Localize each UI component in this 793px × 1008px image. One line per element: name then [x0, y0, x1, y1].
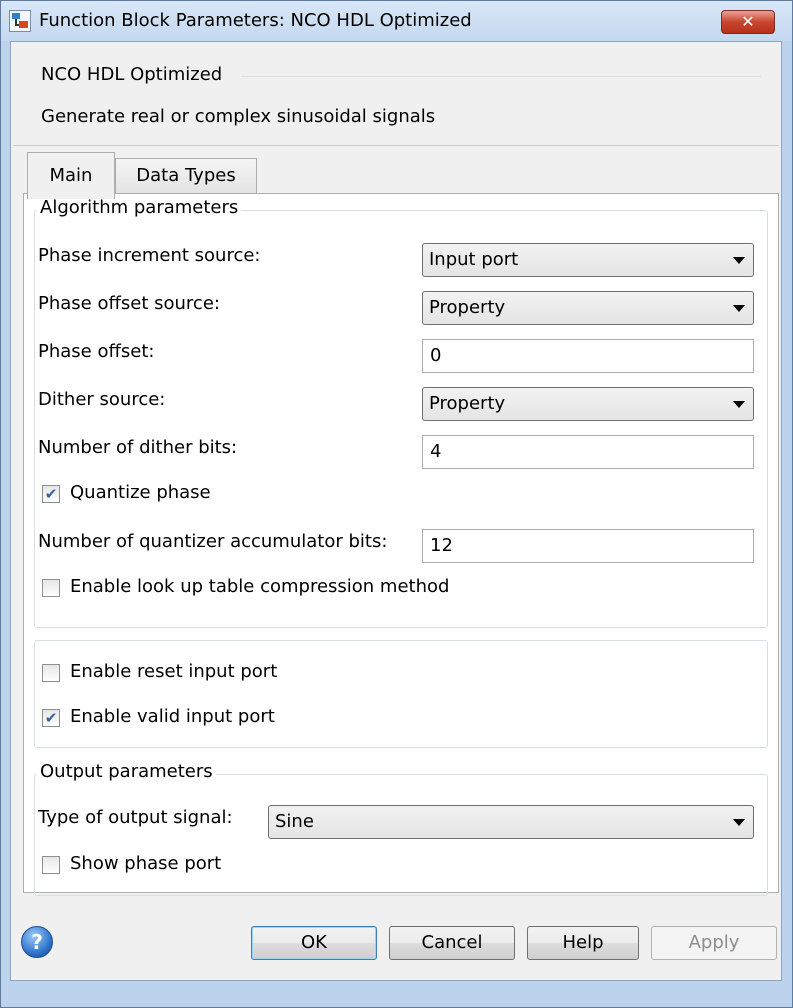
quantize-phase-checkbox[interactable]: ✔: [42, 485, 60, 503]
close-button[interactable]: ✕: [721, 10, 775, 34]
reset-port-checkbox[interactable]: [42, 664, 60, 682]
tab-data-types[interactable]: Data Types: [115, 158, 257, 194]
tab-main-label: Main: [49, 165, 93, 186]
algorithm-parameters-group: Algorithm parameters Phase increment sou…: [34, 197, 768, 628]
lut-compression-checkbox[interactable]: [42, 579, 60, 597]
ports-group: Enable reset input port ✔ Enable valid i…: [34, 640, 768, 748]
ok-button[interactable]: OK: [251, 926, 377, 960]
output-parameters-group: Output parameters Type of output signal:…: [34, 761, 768, 896]
quantize-phase-label: Quantize phase: [70, 482, 211, 503]
chevron-down-icon: [733, 257, 745, 264]
dither-bits-field[interactable]: 4: [422, 435, 754, 469]
algorithm-parameters-legend: Algorithm parameters: [37, 197, 242, 218]
tab-main[interactable]: Main: [27, 152, 115, 199]
output-signal-type-label: Type of output signal:: [38, 807, 233, 828]
dither-source-dropdown[interactable]: Property: [422, 387, 754, 421]
chevron-down-icon: [733, 819, 745, 826]
tab-data-types-label: Data Types: [136, 165, 236, 186]
dither-source-label: Dither source:: [38, 389, 166, 410]
chevron-down-icon: [733, 401, 745, 408]
phase-offset-source-value: Property: [429, 297, 506, 318]
chevron-down-icon: [733, 305, 745, 312]
simulink-block-icon: [9, 10, 31, 32]
phase-offset-source-label: Phase offset source:: [38, 293, 220, 314]
phase-increment-source-value: Input port: [429, 249, 519, 270]
valid-port-label: Enable valid input port: [70, 706, 275, 727]
show-phase-port-checkbox[interactable]: [42, 856, 60, 874]
block-description: Generate real or complex sinusoidal sign…: [41, 106, 436, 127]
dialog-window: Function Block Parameters: NCO HDL Optim…: [0, 0, 793, 1008]
main-tab-panel: Algorithm parameters Phase increment sou…: [23, 193, 779, 896]
phase-offset-source-dropdown[interactable]: Property: [422, 291, 754, 325]
quantizer-bits-label: Number of quantizer accumulator bits:: [38, 531, 388, 552]
reset-port-label: Enable reset input port: [70, 661, 278, 682]
output-signal-type-dropdown[interactable]: Sine: [268, 805, 754, 839]
dialog-client-area: NCO HDL Optimized Generate real or compl…: [10, 41, 782, 981]
block-name-divider: [241, 76, 761, 77]
help-button[interactable]: Help: [527, 926, 639, 960]
output-signal-type-value: Sine: [275, 811, 314, 832]
cancel-button[interactable]: Cancel: [389, 926, 515, 960]
phase-offset-label: Phase offset:: [38, 341, 155, 362]
quantizer-bits-field[interactable]: 12: [422, 529, 754, 563]
block-name: NCO HDL Optimized: [41, 64, 223, 85]
show-phase-port-label: Show phase port: [70, 853, 222, 874]
phase-increment-source-label: Phase increment source:: [38, 245, 261, 266]
phase-increment-source-dropdown[interactable]: Input port: [422, 243, 754, 277]
title-bar[interactable]: Function Block Parameters: NCO HDL Optim…: [1, 1, 792, 41]
apply-button[interactable]: Apply: [651, 926, 777, 960]
section-divider: [13, 145, 779, 146]
dither-bits-label: Number of dither bits:: [38, 437, 238, 458]
phase-offset-field[interactable]: 0: [422, 339, 754, 373]
button-bar: OK Cancel Help Apply: [1, 926, 792, 960]
output-parameters-legend: Output parameters: [37, 761, 216, 782]
close-icon: ✕: [741, 12, 755, 31]
dither-source-value: Property: [429, 393, 506, 414]
window-title: Function Block Parameters: NCO HDL Optim…: [39, 10, 472, 31]
valid-port-checkbox[interactable]: ✔: [42, 709, 60, 727]
lut-compression-label: Enable look up table compression method: [70, 576, 450, 597]
